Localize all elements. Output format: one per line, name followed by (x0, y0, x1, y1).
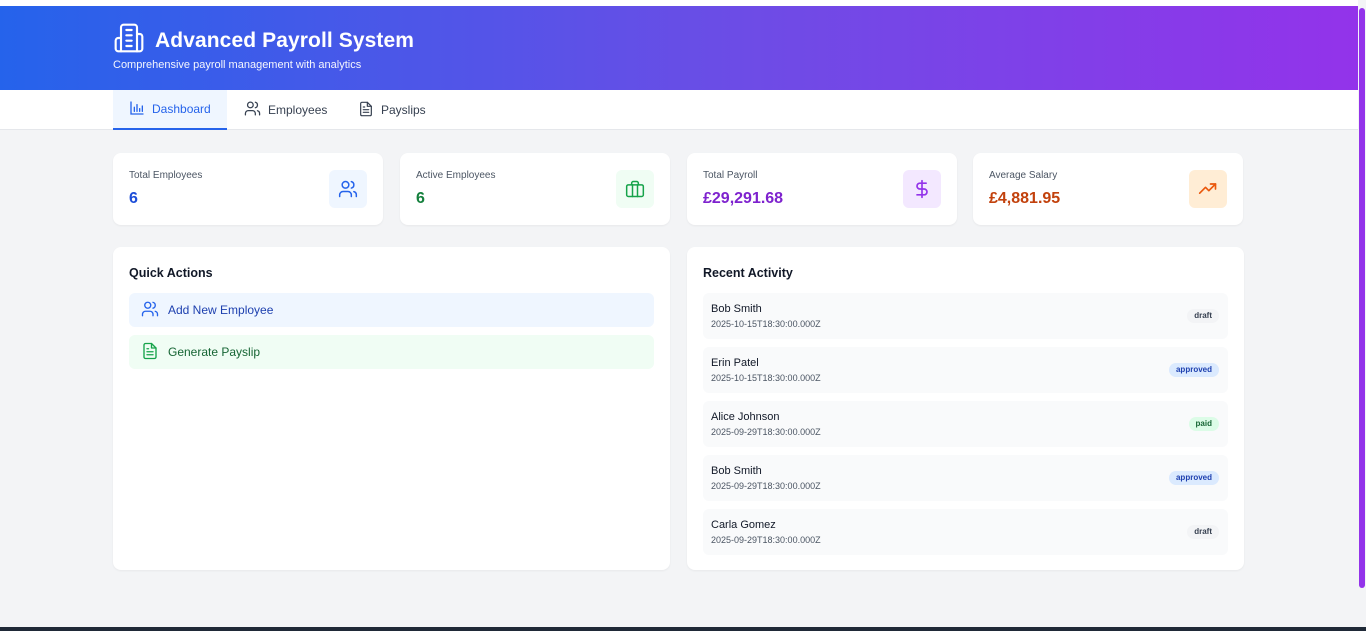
document-icon (141, 342, 159, 363)
list-item: Carla Gomez 2025-09-29T18:30:00.000Z dra… (703, 509, 1228, 555)
activity-date: 2025-09-29T18:30:00.000Z (711, 427, 821, 437)
stat-card-average-salary: Average Salary £4,881.95 (973, 153, 1243, 225)
generate-payslip-button[interactable]: Generate Payslip (129, 335, 654, 369)
list-item: Erin Patel 2025-10-15T18:30:00.000Z appr… (703, 347, 1228, 393)
stat-value: 6 (129, 190, 138, 207)
quick-actions-title: Quick Actions (129, 266, 213, 280)
list-item: Bob Smith 2025-09-29T18:30:00.000Z appro… (703, 455, 1228, 501)
users-icon (329, 170, 367, 208)
stat-label: Total Employees (129, 170, 203, 181)
list-item: Alice Johnson 2025-09-29T18:30:00.000Z p… (703, 401, 1228, 447)
app-subtitle: Comprehensive payroll management with an… (113, 59, 362, 71)
stat-card-total-payroll: Total Payroll £29,291.68 (687, 153, 957, 225)
trending-up-icon (1189, 170, 1227, 208)
users-icon (244, 100, 261, 120)
status-badge: paid (1188, 417, 1219, 431)
status-badge: draft (1187, 525, 1219, 539)
recent-activity-title: Recent Activity (703, 266, 793, 280)
activity-date: 2025-09-29T18:30:00.000Z (711, 481, 821, 491)
quick-actions-panel: Quick Actions Add New Employee Generate … (113, 247, 670, 570)
users-icon (141, 300, 159, 321)
activity-date: 2025-09-29T18:30:00.000Z (711, 535, 821, 545)
stat-value: 6 (416, 190, 425, 207)
employee-name: Alice Johnson (711, 411, 780, 423)
employee-name: Bob Smith (711, 465, 762, 477)
stat-label: Active Employees (416, 170, 496, 181)
bar-chart-icon (129, 100, 145, 119)
add-new-employee-button[interactable]: Add New Employee (129, 293, 654, 327)
stat-card-total-employees: Total Employees 6 (113, 153, 383, 225)
list-item: Bob Smith 2025-10-15T18:30:00.000Z draft (703, 293, 1228, 339)
stat-value: £4,881.95 (989, 190, 1061, 207)
vertical-scrollbar[interactable] (1358, 0, 1366, 631)
employee-name: Carla Gomez (711, 519, 776, 531)
stat-label: Total Payroll (703, 170, 758, 181)
main-tabs: Dashboard Employees Payslips (0, 90, 1358, 130)
dollar-icon (903, 170, 941, 208)
activity-date: 2025-10-15T18:30:00.000Z (711, 319, 821, 329)
recent-activity-panel: Recent Activity Bob Smith 2025-10-15T18:… (687, 247, 1244, 570)
document-icon (358, 101, 374, 120)
app-title: Advanced Payroll System (155, 28, 415, 52)
bottom-bar (0, 627, 1366, 631)
tab-dashboard[interactable]: Dashboard (113, 90, 227, 130)
tab-payslips[interactable]: Payslips (342, 90, 442, 130)
add-new-employee-label: Add New Employee (168, 303, 274, 317)
tab-employees-label: Employees (268, 103, 328, 117)
tab-dashboard-label: Dashboard (152, 102, 211, 116)
stat-card-active-employees: Active Employees 6 (400, 153, 670, 225)
generate-payslip-label: Generate Payslip (168, 345, 261, 359)
building-icon (113, 22, 145, 59)
tab-employees[interactable]: Employees (228, 90, 343, 130)
employee-name: Bob Smith (711, 303, 762, 315)
status-badge: approved (1168, 471, 1219, 485)
status-badge: approved (1168, 363, 1219, 377)
stat-label: Average Salary (989, 170, 1058, 181)
tab-payslips-label: Payslips (381, 103, 426, 117)
scrollbar-thumb[interactable] (1359, 8, 1365, 588)
activity-date: 2025-10-15T18:30:00.000Z (711, 373, 821, 383)
status-badge: draft (1187, 309, 1219, 323)
app-page: Advanced Payroll System Comprehensive pa… (0, 0, 1366, 631)
briefcase-icon (616, 170, 654, 208)
stat-value: £29,291.68 (703, 190, 784, 207)
app-header: Advanced Payroll System Comprehensive pa… (0, 6, 1358, 90)
title-row: Advanced Payroll System (113, 22, 414, 59)
employee-name: Erin Patel (711, 357, 759, 369)
